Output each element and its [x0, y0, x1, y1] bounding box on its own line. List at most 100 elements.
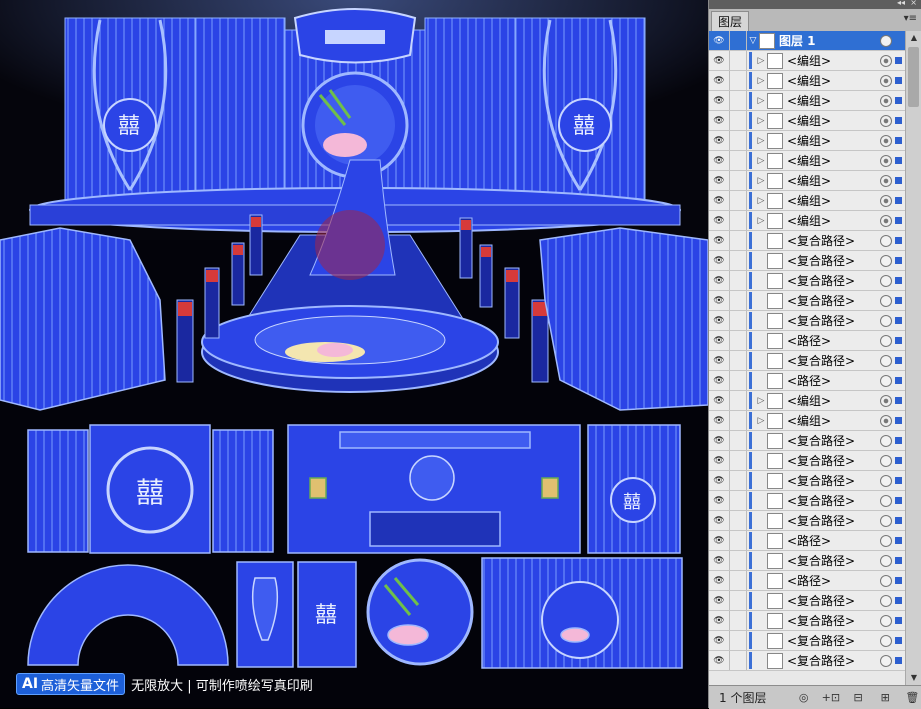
- expand-triangle-icon[interactable]: ▷: [755, 116, 767, 126]
- visibility-eye-icon[interactable]: 👁: [709, 631, 730, 650]
- selection-square-icon[interactable]: [895, 417, 902, 424]
- new-layer-icon[interactable]: ⊟: [848, 690, 867, 706]
- layer-name[interactable]: <复合路径>: [787, 552, 880, 569]
- lock-toggle[interactable]: [730, 631, 747, 650]
- panel-title-bar[interactable]: ◂◂ ×: [709, 0, 921, 9]
- target-circle-icon[interactable]: [880, 414, 892, 427]
- lock-toggle[interactable]: [730, 351, 747, 370]
- layer-row[interactable]: 👁 ▷ <编组>: [709, 151, 905, 171]
- visibility-eye-icon[interactable]: 👁: [709, 451, 730, 470]
- panel-menu-icon[interactable]: ▾≡: [904, 13, 917, 24]
- scroll-down-icon[interactable]: ▼: [906, 671, 921, 685]
- layer-row[interactable]: 👁 <复合路径>: [709, 551, 905, 571]
- layer-row[interactable]: 👁 <复合路径>: [709, 251, 905, 271]
- expand-triangle-icon[interactable]: ▷: [755, 156, 767, 166]
- scroll-thumb[interactable]: [908, 47, 919, 107]
- expand-triangle-icon[interactable]: ▷: [755, 96, 767, 106]
- layer-name[interactable]: <复合路径>: [787, 612, 880, 629]
- lock-toggle[interactable]: [730, 471, 747, 490]
- selection-square-icon[interactable]: [895, 637, 902, 644]
- layer-row[interactable]: 👁 ▷ <编组>: [709, 171, 905, 191]
- visibility-eye-icon[interactable]: 👁: [709, 171, 730, 190]
- expand-triangle-icon[interactable]: ▷: [755, 136, 767, 146]
- visibility-eye-icon[interactable]: 👁: [709, 531, 730, 550]
- selection-square-icon[interactable]: [895, 177, 902, 184]
- layer-name[interactable]: <复合路径>: [787, 272, 880, 289]
- target-circle-icon[interactable]: [880, 574, 892, 587]
- visibility-eye-icon[interactable]: 👁: [709, 391, 730, 410]
- layer-name[interactable]: <编组>: [787, 392, 880, 409]
- layer-name[interactable]: <复合路径>: [787, 312, 880, 329]
- visibility-eye-icon[interactable]: 👁: [709, 271, 730, 290]
- artboard-canvas[interactable]: 囍 囍 囍 囍 囍 AI 高清矢量文件 无限放大 | 可制作喷绘写真印刷: [0, 0, 708, 708]
- visibility-eye-icon[interactable]: 👁: [709, 371, 730, 390]
- visibility-eye-icon[interactable]: 👁: [709, 131, 730, 150]
- selection-square-icon[interactable]: [895, 457, 902, 464]
- lock-toggle[interactable]: [730, 591, 747, 610]
- lock-toggle[interactable]: [730, 291, 747, 310]
- target-circle-icon[interactable]: [880, 614, 892, 627]
- target-circle-icon[interactable]: [880, 54, 892, 67]
- visibility-eye-icon[interactable]: 👁: [709, 471, 730, 490]
- visibility-eye-icon[interactable]: 👁: [709, 431, 730, 450]
- layer-row[interactable]: 👁 ▷ <编组>: [709, 411, 905, 431]
- close-icon[interactable]: ×: [910, 0, 917, 7]
- target-circle-icon[interactable]: [880, 454, 892, 467]
- layer-row[interactable]: 👁 <复合路径>: [709, 631, 905, 651]
- selection-square-icon[interactable]: [895, 657, 902, 664]
- layer-row[interactable]: 👁 ▷ <编组>: [709, 211, 905, 231]
- lock-toggle[interactable]: [730, 611, 747, 630]
- layer-row[interactable]: 👁 <路径>: [709, 531, 905, 551]
- layer-name[interactable]: <编组>: [787, 132, 880, 149]
- selection-square-icon[interactable]: [895, 497, 902, 504]
- selection-square-icon[interactable]: [895, 317, 902, 324]
- lock-toggle[interactable]: [730, 511, 747, 530]
- selection-square-icon[interactable]: [895, 377, 902, 384]
- layer-name[interactable]: <编组>: [787, 172, 880, 189]
- lock-toggle[interactable]: [730, 31, 747, 50]
- lock-toggle[interactable]: [730, 531, 747, 550]
- selection-square-icon[interactable]: [895, 77, 902, 84]
- layer-name[interactable]: <编组>: [787, 52, 880, 69]
- lock-toggle[interactable]: [730, 251, 747, 270]
- tab-layers[interactable]: 图层: [711, 11, 750, 32]
- layer-name[interactable]: <路径>: [787, 532, 880, 549]
- layer-name[interactable]: <复合路径>: [787, 432, 880, 449]
- visibility-eye-icon[interactable]: 👁: [709, 571, 730, 590]
- layer-name[interactable]: <复合路径>: [787, 352, 880, 369]
- layer-name[interactable]: <复合路径>: [787, 652, 880, 669]
- visibility-eye-icon[interactable]: 👁: [709, 411, 730, 430]
- target-circle-icon[interactable]: [880, 294, 892, 307]
- layer-name[interactable]: <复合路径>: [787, 472, 880, 489]
- selection-square-icon[interactable]: [895, 557, 902, 564]
- layer-row[interactable]: 👁 ▷ <编组>: [709, 191, 905, 211]
- collapse-icon[interactable]: ◂◂: [897, 0, 905, 7]
- layer-name[interactable]: <路径>: [787, 572, 880, 589]
- lock-toggle[interactable]: [730, 371, 747, 390]
- layer-row[interactable]: 👁 <复合路径>: [709, 431, 905, 451]
- lock-toggle[interactable]: [730, 111, 747, 130]
- selection-square-icon[interactable]: [895, 237, 902, 244]
- target-circle-icon[interactable]: [880, 114, 892, 127]
- layer-name[interactable]: <复合路径>: [787, 632, 880, 649]
- visibility-eye-icon[interactable]: 👁: [709, 511, 730, 530]
- selection-square-icon[interactable]: [895, 217, 902, 224]
- layer-row[interactable]: 👁 <复合路径>: [709, 231, 905, 251]
- target-circle-icon[interactable]: [880, 214, 892, 227]
- lock-toggle[interactable]: [730, 451, 747, 470]
- lock-toggle[interactable]: [730, 231, 747, 250]
- delete-layer-icon[interactable]: 🗑: [903, 690, 921, 706]
- target-circle-icon[interactable]: [880, 354, 892, 367]
- layer-name[interactable]: 图层 1: [779, 32, 880, 49]
- target-circle-icon[interactable]: [880, 514, 892, 527]
- layer-name[interactable]: <编组>: [787, 212, 880, 229]
- layer-row[interactable]: 👁 ▷ <编组>: [709, 51, 905, 71]
- visibility-eye-icon[interactable]: 👁: [709, 191, 730, 210]
- target-circle-icon[interactable]: [880, 634, 892, 647]
- target-circle-icon[interactable]: [880, 74, 892, 87]
- visibility-eye-icon[interactable]: 👁: [709, 651, 730, 670]
- visibility-eye-icon[interactable]: 👁: [709, 551, 730, 570]
- layer-name[interactable]: <复合路径>: [787, 292, 880, 309]
- target-circle-icon[interactable]: [880, 254, 892, 267]
- selection-square-icon[interactable]: [895, 517, 902, 524]
